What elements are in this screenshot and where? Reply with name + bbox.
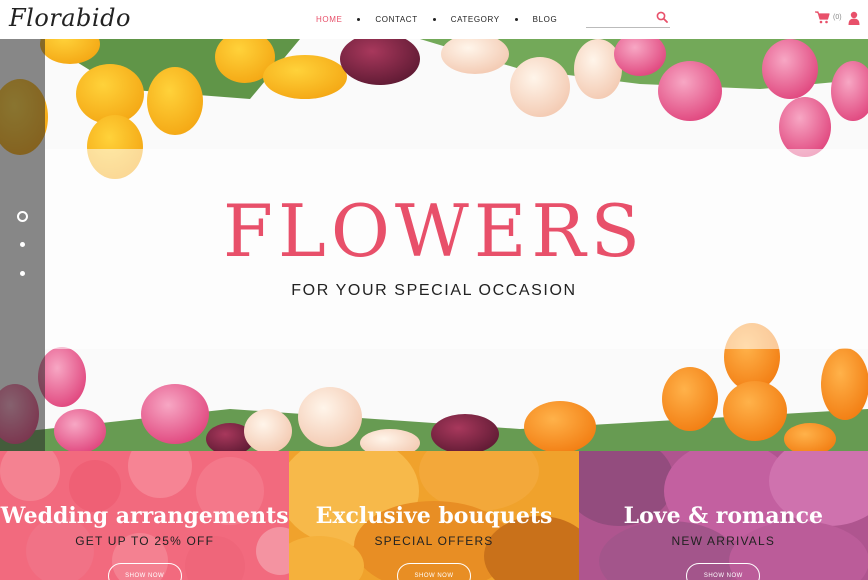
search-input[interactable] xyxy=(586,12,652,28)
nav-separator xyxy=(514,18,518,21)
nav-category[interactable]: CATEGORY xyxy=(451,15,500,24)
main-nav: HOME CONTACT CATEGORY BLOG xyxy=(316,0,557,39)
cart-icon xyxy=(815,11,830,24)
site-logo[interactable]: Florabido xyxy=(9,4,131,32)
nav-blog[interactable]: BLOG xyxy=(533,15,558,24)
promo-subtitle: SPECIAL OFFERS xyxy=(374,534,494,548)
slide-dot-3[interactable] xyxy=(20,271,25,276)
nav-home[interactable]: HOME xyxy=(316,15,342,24)
show-now-button[interactable]: SHOW NOW xyxy=(686,563,761,580)
nav-separator xyxy=(432,18,436,21)
promo-wedding[interactable]: Wedding arrangements GET UP TO 25% OFF S… xyxy=(0,451,290,580)
user-icon[interactable] xyxy=(848,11,860,25)
search-icon[interactable] xyxy=(656,11,668,23)
hero-title: FLOWERS xyxy=(223,189,645,273)
promo-love[interactable]: Love & romance NEW ARRIVALS SHOW NOW xyxy=(578,451,868,580)
promo-subtitle: NEW ARRIVALS xyxy=(671,534,776,548)
promo-title: Exclusive bouquets xyxy=(315,503,553,529)
hero-slider: FLOWERS FOR YOUR SPECIAL OCCASION xyxy=(0,39,868,451)
cart-count: (0) xyxy=(833,14,842,21)
show-now-button[interactable]: SHOW NOW xyxy=(396,563,471,580)
promo-banners: Wedding arrangements GET UP TO 25% OFF S… xyxy=(0,451,868,580)
promo-subtitle: GET UP TO 25% OFF xyxy=(75,534,215,548)
search-box xyxy=(586,10,670,28)
nav-contact[interactable]: CONTACT xyxy=(375,15,417,24)
promo-title: Love & romance xyxy=(623,503,823,529)
site-header: Florabido HOME CONTACT CATEGORY BLOG (0) xyxy=(0,0,868,39)
show-now-button[interactable]: SHOW NOW xyxy=(107,563,182,580)
promo-exclusive[interactable]: Exclusive bouquets SPECIAL OFFERS SHOW N… xyxy=(289,451,579,580)
promo-title: Wedding arrangements xyxy=(0,503,289,529)
cart-button[interactable]: (0) xyxy=(815,11,842,24)
nav-separator xyxy=(357,18,361,21)
hero-subtitle: FOR YOUR SPECIAL OCCASION xyxy=(291,282,577,299)
